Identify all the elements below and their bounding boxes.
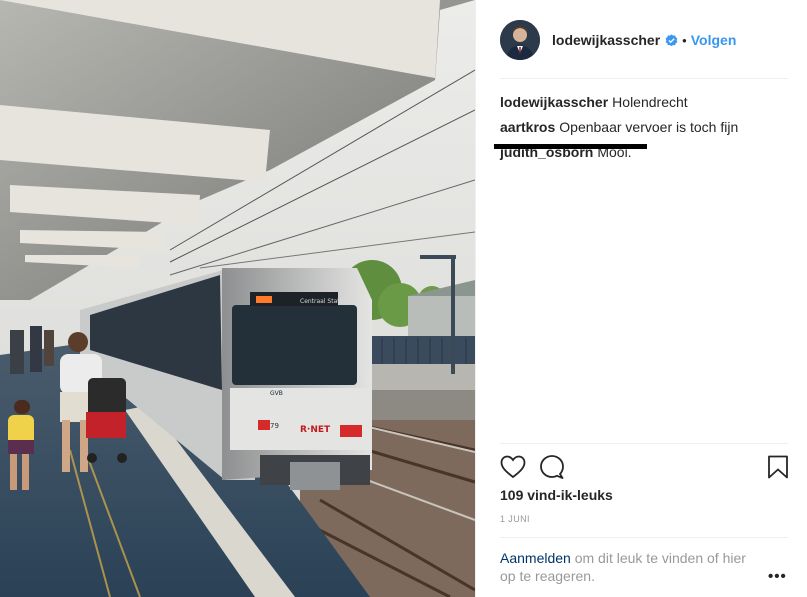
avatar[interactable] xyxy=(500,20,540,60)
follow-button[interactable]: Volgen xyxy=(691,32,737,48)
comment-author[interactable]: aartkros xyxy=(500,119,555,135)
more-options-icon[interactable]: ••• xyxy=(768,568,787,585)
heart-icon[interactable] xyxy=(500,455,526,484)
login-prompt: Aanmelden om dit leuk te vinden of hier … xyxy=(500,549,765,585)
post-actions xyxy=(500,455,790,481)
separator-dot: • xyxy=(682,32,687,48)
post-header: lodewijkasscher • Volgen xyxy=(500,18,788,62)
tram-number-label: 79 xyxy=(270,422,279,430)
tram-brand-label: R·NET xyxy=(300,425,331,435)
post-author-username[interactable]: lodewijkasscher xyxy=(552,32,660,48)
verified-badge-icon xyxy=(665,33,678,47)
comment-text: Openbaar vervoer is toch fijn xyxy=(559,119,739,135)
comments-list: lodewijkasscher Holendrecht aartkros Openb… xyxy=(500,90,790,165)
comment-icon[interactable] xyxy=(539,455,565,484)
post-date: 1 JUNI xyxy=(500,514,530,524)
tram-station-photo: Centraal Station R·NET 79 GVB xyxy=(0,0,475,597)
header-divider xyxy=(500,78,788,79)
post-photo[interactable]: Centraal Station R·NET 79 GVB xyxy=(0,0,475,597)
actions-divider xyxy=(500,443,788,444)
login-divider xyxy=(500,537,788,538)
login-link[interactable]: Aanmelden xyxy=(500,550,571,566)
caption-comment: lodewijkasscher Holendrecht xyxy=(500,90,790,115)
post-sidebar: lodewijkasscher • Volgen lodewijkasscher… xyxy=(475,0,807,597)
redaction-bar xyxy=(494,144,647,149)
comment-author[interactable]: lodewijkasscher xyxy=(500,94,608,110)
list-item: aartkros Openbaar vervoer is toch fijn xyxy=(500,115,790,140)
comment-text: Holendrecht xyxy=(612,94,688,110)
bookmark-icon[interactable] xyxy=(767,455,789,484)
destination-sign: Centraal Station xyxy=(300,298,349,305)
likes-count[interactable]: 109 vind-ik-leuks xyxy=(500,487,613,503)
tram-operator-label: GVB xyxy=(270,390,283,397)
